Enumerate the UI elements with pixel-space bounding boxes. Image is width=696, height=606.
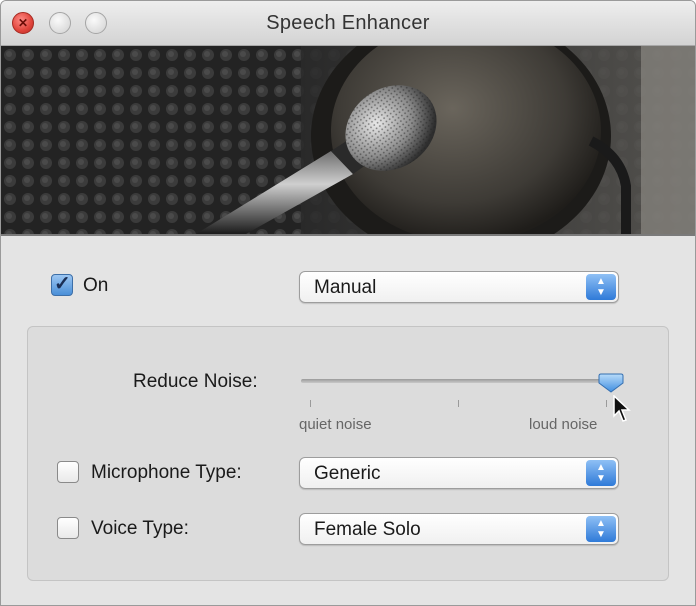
title-bar[interactable]: Speech Enhancer [1,1,695,46]
speech-enhancer-window: Speech Enhancer [0,0,696,606]
microphone-type-popup[interactable]: Generic ▲ ▼ [299,457,619,489]
reduce-noise-slider-knob[interactable] [598,373,624,393]
microphone-type-value: Generic [314,463,381,484]
microphone-type-label: Microphone Type: [91,462,242,483]
on-label: On [83,275,109,296]
slider-tick [310,400,311,407]
mode-popup[interactable]: Manual ▲ ▼ [299,271,619,303]
slider-min-label: quiet noise [299,416,372,433]
microphone-image [1,46,695,236]
mode-value: Manual [314,277,377,298]
slider-tick [458,400,459,407]
mouse-cursor-icon [613,395,631,422]
popup-arrows-icon: ▲ ▼ [586,516,616,542]
reduce-noise-label: Reduce Noise: [133,371,258,392]
slider-max-label: loud noise [529,416,598,433]
voice-type-label: Voice Type: [91,518,189,539]
checkmark-icon: ✓ [54,273,71,295]
microphone-type-checkbox[interactable] [57,461,79,483]
voice-type-value: Female Solo [314,519,421,540]
on-checkbox[interactable]: ✓ [51,273,73,296]
voice-type-popup[interactable]: Female Solo ▲ ▼ [299,513,619,545]
window-title: Speech Enhancer [266,12,430,34]
reduce-noise-slider[interactable] [301,379,617,383]
popup-arrows-icon: ▲ ▼ [586,460,616,486]
popup-arrows-icon: ▲ ▼ [586,274,616,300]
voice-type-checkbox[interactable] [57,517,79,539]
slider-tick [606,400,607,407]
